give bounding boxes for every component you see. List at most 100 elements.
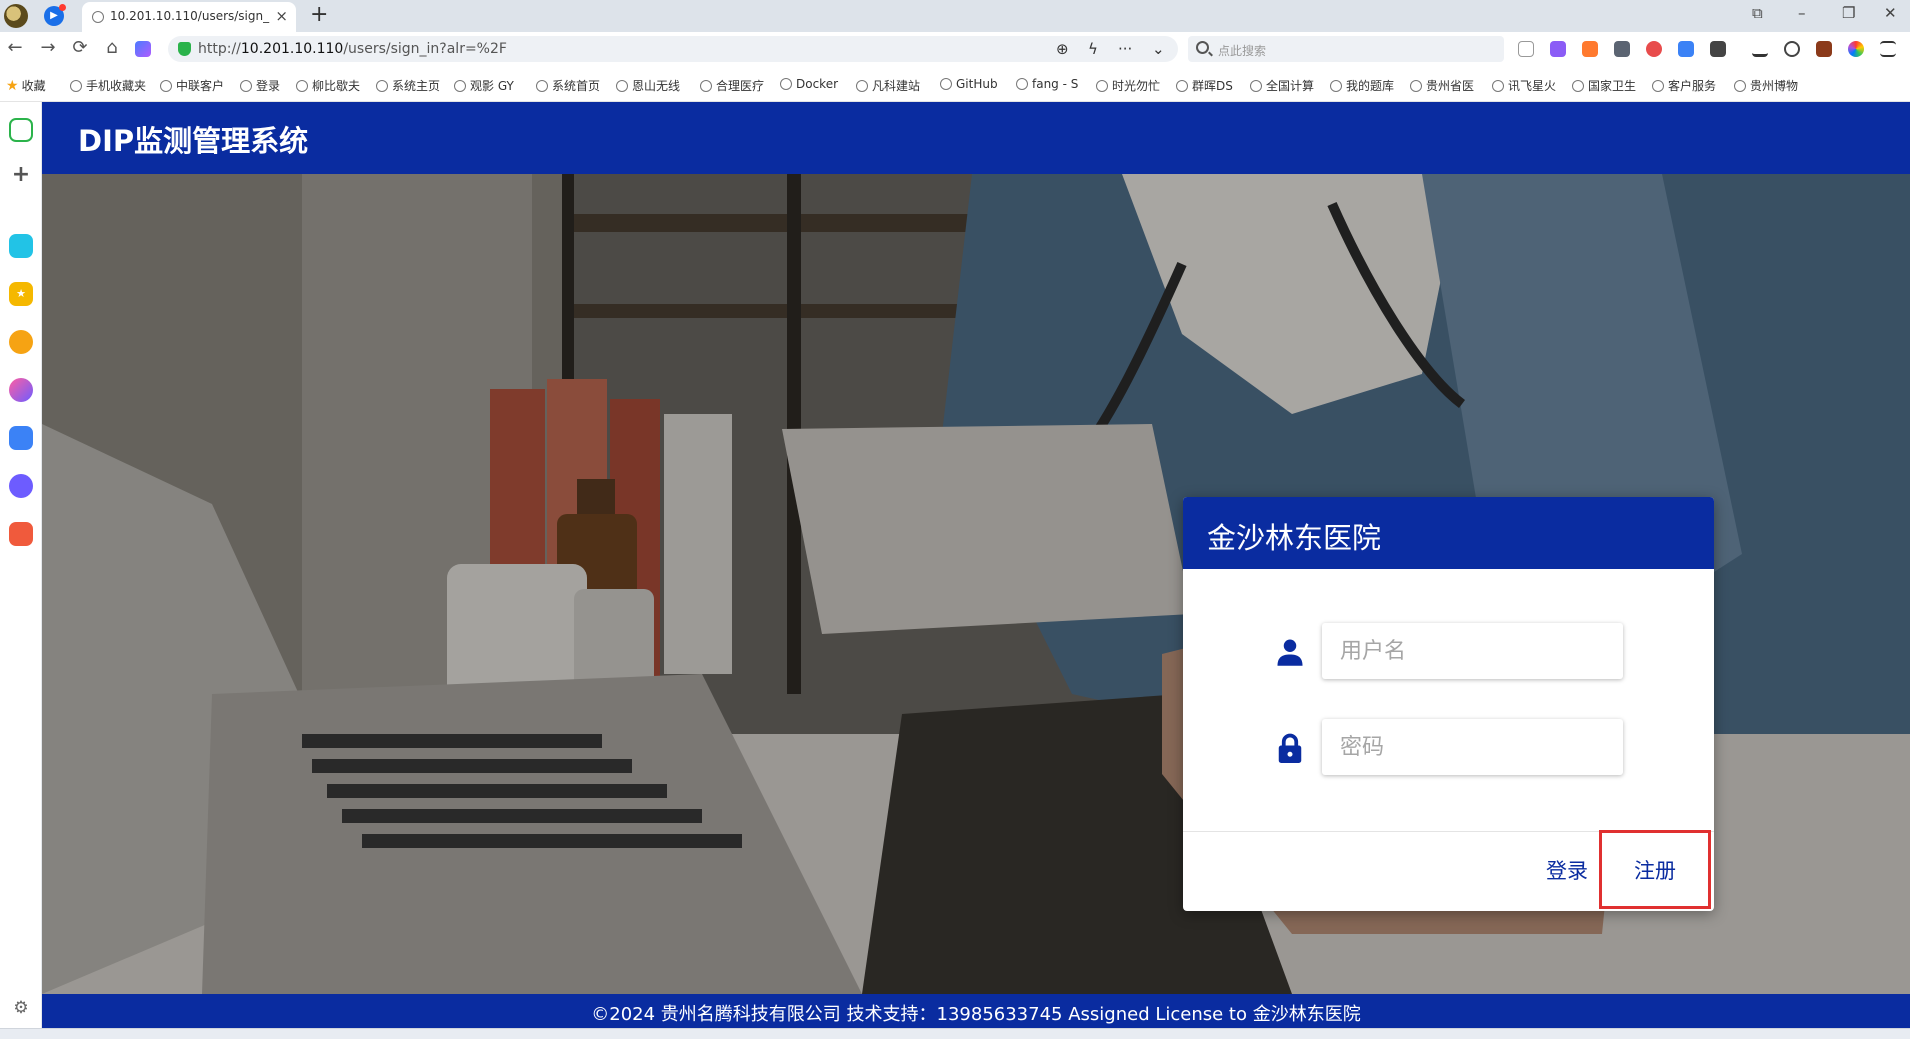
chevron-down-icon[interactable]: ⌄ <box>1152 40 1165 58</box>
bookmark-item[interactable]: 讯飞星火 <box>1492 77 1568 93</box>
url-scheme: http:// <box>198 41 241 57</box>
bookmark-favicon-icon <box>454 80 466 92</box>
bookmark-label: fang - S <box>1032 77 1079 91</box>
bookmark-item[interactable]: 中联客户 <box>160 77 236 93</box>
bookmark-label: 手机收藏夹 <box>86 79 147 93</box>
menu-icon[interactable] <box>1880 41 1896 57</box>
pin-window-icon[interactable]: ⧉ <box>1752 4 1763 22</box>
bookmark-item[interactable]: 贵州省医 <box>1410 77 1488 93</box>
bookmark-item[interactable]: 凡科建站 <box>856 77 936 93</box>
settings-gear-icon[interactable]: ⚙ <box>9 996 33 1020</box>
home-button[interactable]: ⌂ <box>101 37 123 58</box>
bookmark-label: 时光勿忙 <box>1112 79 1161 93</box>
video-play-icon[interactable]: ▶ <box>44 4 66 26</box>
app-title: DIP监测管理系统 <box>78 124 309 158</box>
add-icon[interactable]: + <box>9 164 33 188</box>
bookmark-favicon-icon <box>1176 80 1188 92</box>
tool-cyan-icon[interactable] <box>9 234 33 258</box>
password-row <box>1183 719 1714 777</box>
url-path: /users/sign_in?alr=%2F <box>343 41 507 57</box>
weibo-icon[interactable] <box>1646 41 1662 57</box>
bookmark-item[interactable]: 系统首页 <box>536 77 612 93</box>
browser-sidebar: + ★ ⚙ <box>0 102 42 1028</box>
puzzle-icon[interactable] <box>1710 41 1726 57</box>
bookmark-item[interactable]: 登录 <box>240 77 292 93</box>
bookmark-item[interactable]: 贵州博物 <box>1734 77 1804 93</box>
login-card: 金沙林东医院 登录 注册 <box>1183 497 1714 911</box>
mail-icon[interactable] <box>1678 41 1694 57</box>
chat-bot-icon[interactable] <box>9 330 33 354</box>
bookmark-item[interactable]: 客户服务 <box>1652 77 1730 93</box>
bookmark-item[interactable]: 时光勿忙 <box>1096 77 1172 93</box>
bookmark-item[interactable]: ★ 收藏 <box>6 77 64 93</box>
bookmark-item[interactable]: 全国计算 <box>1250 77 1326 93</box>
bookmark-label: 客户服务 <box>1668 79 1717 93</box>
bookmark-item[interactable]: 国家卫生 <box>1572 77 1648 93</box>
profile-avatar-icon[interactable] <box>4 4 28 28</box>
briefcase-icon[interactable] <box>1816 41 1832 57</box>
username-input[interactable] <box>1322 623 1623 679</box>
ai-blue-icon[interactable] <box>9 426 33 450</box>
zoom-icon[interactable]: ⊕ <box>1056 40 1069 58</box>
new-tab-button[interactable]: + <box>310 2 328 27</box>
star-icon[interactable]: ★ <box>9 282 33 306</box>
bookmark-item[interactable]: GitHub <box>940 77 1012 93</box>
scissors-icon[interactable] <box>1518 41 1534 57</box>
search-box[interactable]: 点此搜索 <box>1188 36 1504 62</box>
login-card-header: 金沙林东医院 <box>1183 497 1714 569</box>
app-header: DIP监测管理系统 <box>42 102 1910 174</box>
close-window-button[interactable]: ✕ <box>1884 4 1897 22</box>
bookmark-favicon-icon <box>780 78 792 90</box>
bookmark-favicon-icon <box>240 80 252 92</box>
login-button[interactable]: 登录 <box>1533 847 1601 895</box>
extension-orange-icon[interactable] <box>1582 41 1598 57</box>
color-wheel-icon[interactable] <box>1848 41 1864 57</box>
register-button[interactable]: 注册 <box>1611 847 1699 895</box>
tab-strip: ▶ 10.201.10.110/users/sign_in?alr=%2F × … <box>0 0 1910 32</box>
globe-icon <box>92 11 104 23</box>
bookmarks-bar: ★ 收藏 手机收藏夹 中联客户 登录 柳比歇夫 系统主页 观影 GY 系统首页 恩山无线 合理医疗 D… <box>0 66 1910 102</box>
ai-pink-icon[interactable] <box>9 378 33 402</box>
minimize-button[interactable]: – <box>1798 4 1806 22</box>
more-icon[interactable]: ··· <box>1118 40 1132 58</box>
url-text[interactable]: http://10.201.10.110/users/sign_in?alr=%… <box>198 41 507 57</box>
restore-button[interactable]: ❐ <box>1842 4 1855 22</box>
bookmark-item[interactable]: 恩山无线 <box>616 77 696 93</box>
bookmark-label: 合理医疗 <box>716 79 765 93</box>
address-bar[interactable]: http://10.201.10.110/users/sign_in?alr=%… <box>168 36 1178 62</box>
bookmark-item[interactable]: 柳比歇夫 <box>296 77 372 93</box>
bookmark-favicon-icon <box>1652 80 1664 92</box>
home-sidebar-icon[interactable] <box>9 118 33 142</box>
bookmark-item[interactable]: 群晖DS <box>1176 77 1246 93</box>
browser-tab-active[interactable]: 10.201.10.110/users/sign_in?alr=%2F × <box>82 2 296 32</box>
ai-assistant-icon[interactable] <box>135 41 151 57</box>
browser-window: ▶ 10.201.10.110/users/sign_in?alr=%2F × … <box>0 0 1910 1039</box>
reload-button[interactable]: ⟳ <box>69 37 91 58</box>
bookmark-item[interactable]: 系统主页 <box>376 77 450 93</box>
forward-button[interactable]: → <box>37 37 59 58</box>
back-button[interactable]: ← <box>4 37 26 58</box>
password-input[interactable] <box>1322 719 1623 775</box>
bookmark-item[interactable]: 手机收藏夹 <box>70 77 156 93</box>
bookmark-favicon-icon <box>940 78 952 90</box>
tab-title: 10.201.10.110/users/sign_in?alr=%2F <box>110 9 270 23</box>
bookmark-favicon-icon <box>1410 80 1422 92</box>
extension-gray-icon[interactable] <box>1614 41 1630 57</box>
gamepad-icon[interactable] <box>9 522 33 546</box>
undo-icon[interactable] <box>1784 41 1800 57</box>
extension-purple-icon[interactable] <box>1550 41 1566 57</box>
bookmark-item[interactable]: fang - S <box>1016 77 1092 93</box>
bookmark-item[interactable]: 合理医疗 <box>700 77 776 93</box>
user-icon <box>1277 639 1303 666</box>
footer-copyright: ©2024 贵州名腾科技有限公司 技术支持：13985633745 Assign… <box>591 1004 1361 1025</box>
bookmark-item[interactable]: 观影 GY <box>454 77 532 93</box>
bookmark-item[interactable]: 我的题库 <box>1330 77 1406 93</box>
lightning-icon[interactable]: ϟ <box>1088 40 1098 58</box>
bookmark-star-icon: ★ <box>6 78 19 93</box>
bookmark-favicon-icon <box>616 80 628 92</box>
bookmark-item[interactable]: Docker <box>780 77 852 93</box>
tab-close-button[interactable]: × <box>275 7 288 25</box>
robot-icon[interactable] <box>9 474 33 498</box>
bookmark-favicon-icon <box>296 80 308 92</box>
download-icon[interactable] <box>1752 41 1768 57</box>
